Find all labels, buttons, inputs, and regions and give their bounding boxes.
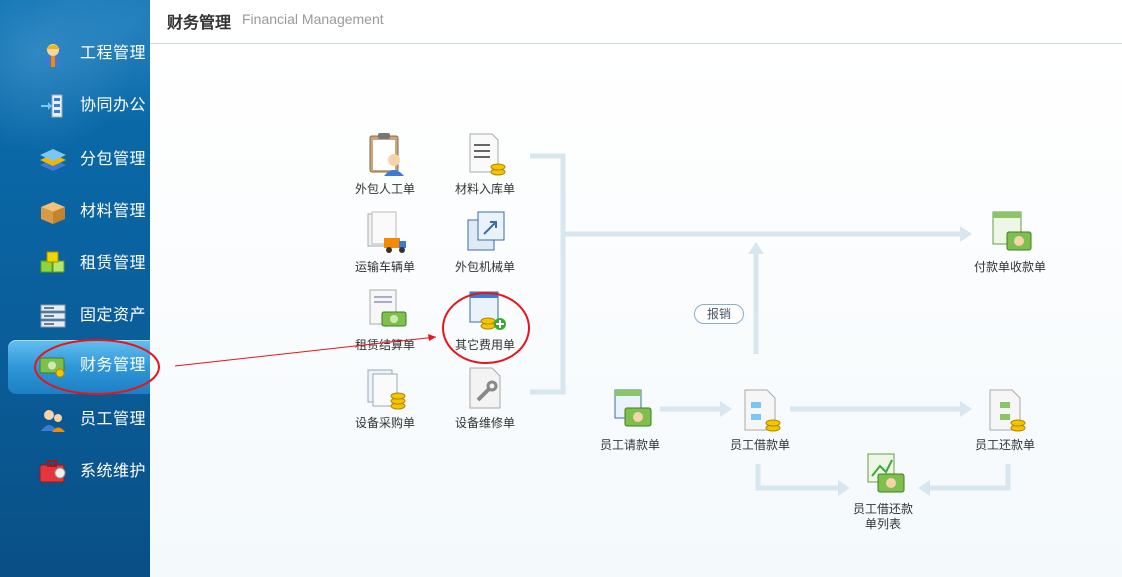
- box-icon: [41, 202, 65, 224]
- node-loan-list[interactable]: 员工借还款 单列表: [838, 452, 928, 542]
- node-label: 员工还款单: [974, 438, 1035, 452]
- sidebar-item-finance[interactable]: 财务管理: [8, 340, 150, 394]
- sidebar-item-label: 固定资产: [80, 305, 147, 324]
- table-people-icon: [614, 389, 652, 427]
- sidebar-item-staff[interactable]: 员工管理: [0, 394, 150, 446]
- node-material-in[interactable]: 材料入库单: [440, 132, 530, 210]
- node-label: 租赁结算单: [354, 338, 415, 352]
- sidebar-item-engineering[interactable]: 工程管理: [0, 28, 150, 80]
- sidebar-item-label: 租赁管理: [80, 253, 147, 272]
- node-lease-settlement[interactable]: 租赁结算单: [340, 288, 430, 366]
- node-label: 员工借还款 单列表: [838, 502, 928, 532]
- node-label: 其它费用单: [454, 338, 515, 352]
- layers-icon: [40, 149, 66, 171]
- node-label: 员工请款单: [599, 438, 660, 452]
- clipboard-person-icon: [369, 133, 404, 176]
- sidebar-item-label: 材料管理: [80, 201, 147, 220]
- node-equip-repair[interactable]: 设备维修单: [440, 366, 530, 444]
- node-label: 材料入库单: [454, 182, 515, 196]
- node-label: 运输车辆单: [354, 260, 415, 274]
- sidebar-item-label: 分包管理: [80, 149, 147, 168]
- node-staff-repay[interactable]: 员工还款单: [960, 388, 1050, 466]
- page-subtitle: Financial Management: [242, 11, 384, 27]
- node-label: 设备采购单: [354, 416, 415, 430]
- node-equip-purchase[interactable]: 设备采购单: [340, 366, 430, 444]
- users-icon: [41, 410, 65, 432]
- worker-icon: [45, 44, 61, 67]
- node-label: 外包机械单: [454, 260, 515, 274]
- server-icon: [40, 304, 66, 328]
- page-title: 财务管理: [167, 13, 232, 32]
- sidebar-item-label: 工程管理: [80, 43, 147, 62]
- sidebar-item-collaboration[interactable]: 协同办公: [0, 80, 150, 132]
- sidebar-item-subcontract[interactable]: 分包管理: [0, 134, 150, 186]
- flow-coins-icon: [744, 389, 781, 432]
- table-coins-add-icon: [469, 291, 506, 330]
- sidebar-item-label: 财务管理: [80, 355, 147, 374]
- collaboration-icon: [41, 94, 63, 118]
- page-header: 财务管理 Financial Management: [150, 0, 1122, 44]
- reimburse-label: 报销: [694, 304, 744, 324]
- truck-docs-icon: [367, 211, 406, 253]
- sidebar-item-fixed-assets[interactable]: 固定资产: [0, 290, 150, 342]
- node-outsource-labor[interactable]: 外包人工单: [340, 132, 430, 210]
- money-icon: [39, 357, 65, 378]
- workflow-canvas: 报销 外包人工单 运输车辆单 租赁结算单 设备采购单 材料入库单 外包机械单 其…: [150, 44, 1122, 577]
- sidebar-item-leasing[interactable]: 租赁管理: [0, 238, 150, 290]
- workflow-connectors: [530, 153, 1011, 496]
- node-staff-request[interactable]: 员工请款单: [585, 388, 675, 466]
- list-coins-icon: [469, 133, 506, 176]
- flow-coins-icon: [989, 389, 1026, 432]
- node-staff-loan[interactable]: 员工借款单: [715, 388, 805, 466]
- sidebar-item-label: 员工管理: [80, 409, 147, 428]
- sidebar-item-materials[interactable]: 材料管理: [0, 186, 150, 238]
- node-transport[interactable]: 运输车辆单: [340, 210, 430, 288]
- toolbox-icon: [39, 460, 66, 483]
- sidebar-item-system[interactable]: 系统维护: [0, 446, 150, 498]
- sidebar-nav: 工程管理 协同办公 分包管理 材料管理 租赁管理 固定资产 财务管理 员工管理 …: [0, 0, 150, 577]
- node-outsource-machine[interactable]: 外包机械单: [440, 210, 530, 288]
- cubes-icon: [40, 251, 65, 273]
- node-payment[interactable]: 付款单收款单: [965, 210, 1055, 288]
- node-label: 外包人工单: [354, 182, 415, 196]
- window-arrow-icon: [467, 211, 505, 251]
- chart-people-icon: [867, 453, 905, 493]
- node-label: 员工借款单: [729, 438, 790, 452]
- node-label: 付款单收款单: [973, 260, 1046, 274]
- sidebar-item-label: 系统维护: [80, 461, 147, 480]
- node-label: 设备维修单: [454, 416, 515, 430]
- node-label-line2: 单列表: [864, 517, 901, 531]
- table-people-icon: [992, 211, 1032, 251]
- node-other-expense[interactable]: 其它费用单: [440, 288, 530, 366]
- node-label-line1: 员工借还款: [852, 502, 913, 516]
- wrench-doc-icon: [469, 367, 501, 409]
- sidebar-item-label: 协同办公: [80, 95, 147, 114]
- docs-coins-icon: [367, 369, 406, 410]
- document-money-icon: [369, 289, 407, 327]
